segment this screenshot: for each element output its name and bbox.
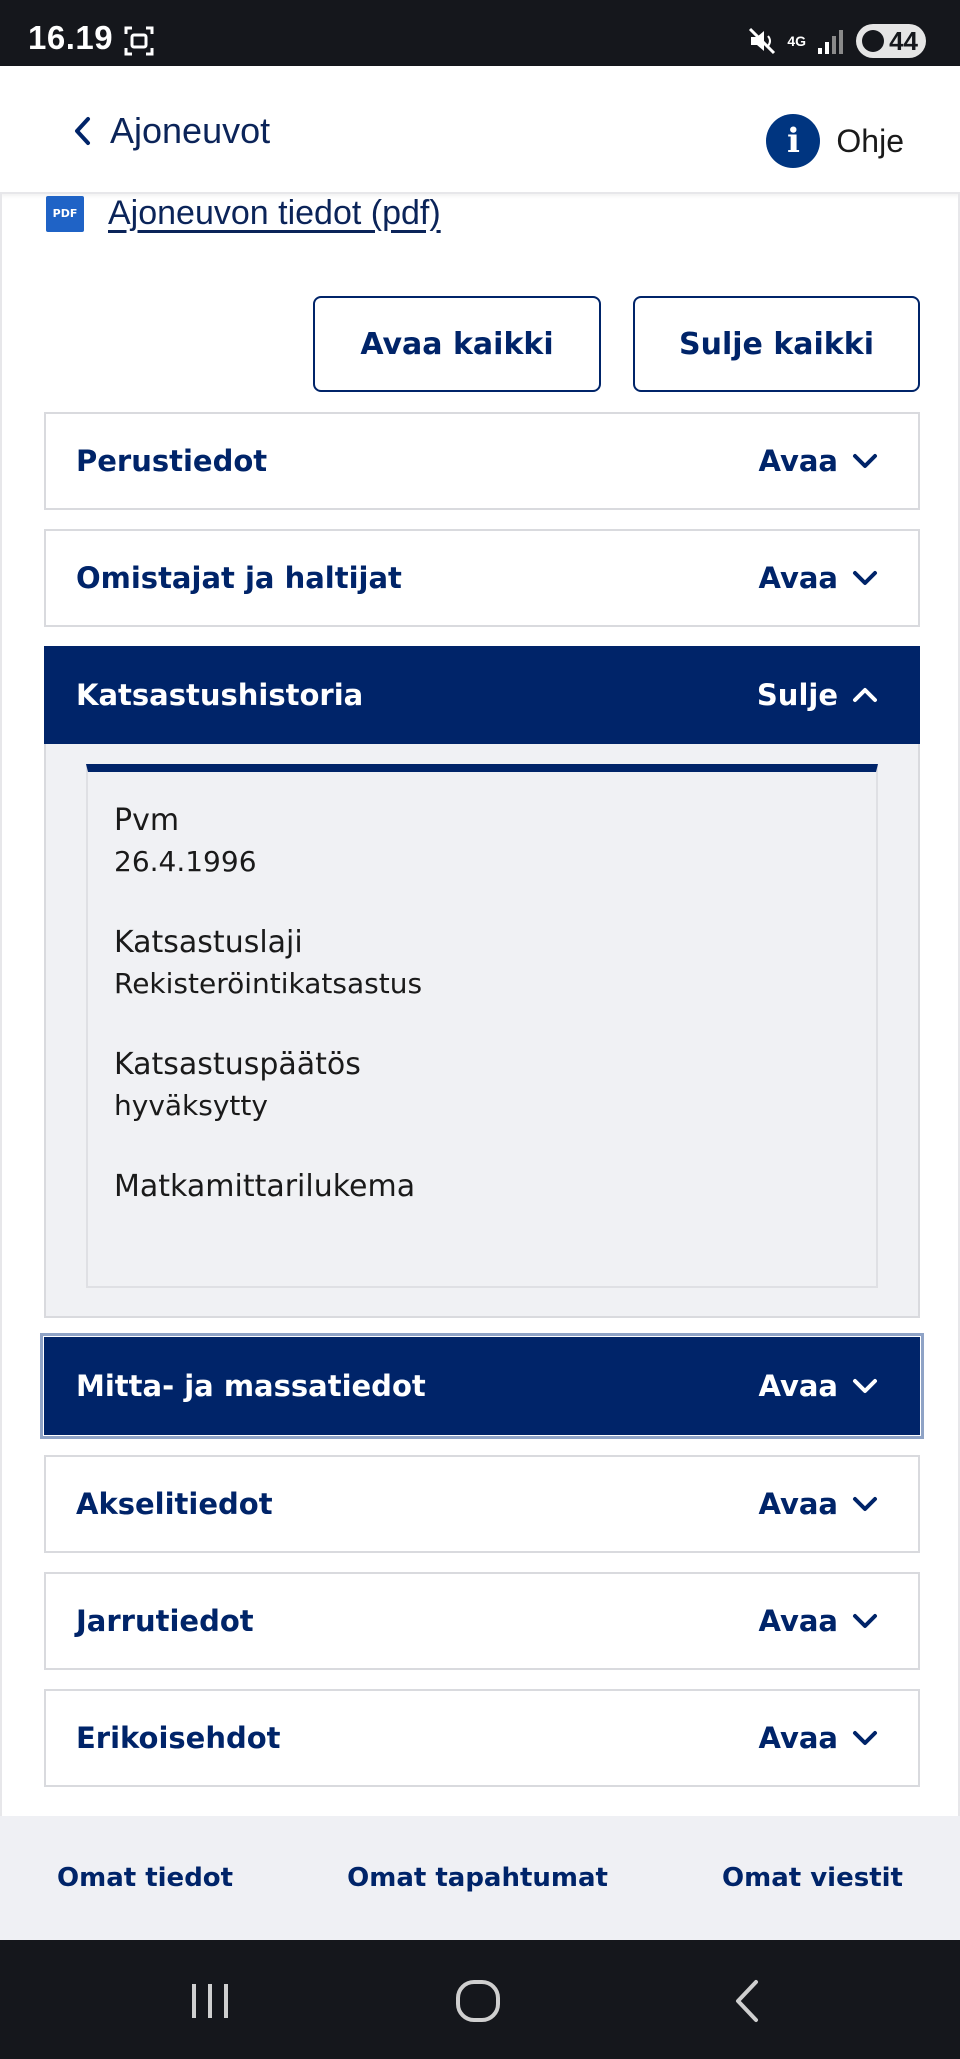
info-icon: i [766, 114, 821, 168]
accordion-perustiedot[interactable]: Perustiedot Avaa [44, 412, 920, 510]
recent-apps-icon[interactable] [180, 1976, 240, 2026]
accordion-toggle: Sulje [757, 678, 878, 712]
bottom-nav-my-events[interactable]: Omat tapahtumat [347, 1863, 608, 1893]
signal-icon [818, 30, 843, 54]
accordion-toggle: Avaa [759, 1487, 878, 1521]
chevron-down-icon [853, 571, 877, 585]
chevron-left-icon [75, 117, 90, 145]
accordion-toggle-label: Avaa [758, 561, 838, 595]
battery-indicator: 44 [856, 24, 926, 58]
accordion-dimensions-mass[interactable]: Mitta- ja massatiedot Avaa [40, 1333, 924, 1439]
record-field-type: Katsastuslaji Rekisteröintikatsastus [114, 922, 850, 1004]
accordion-toggle-label: Avaa [758, 1369, 838, 1403]
chevron-down-icon [853, 1497, 877, 1511]
chevron-down-icon [853, 1379, 877, 1393]
vehicle-info-pdf-link[interactable]: PDF Ajoneuvon tiedot (pdf) [46, 194, 441, 233]
accordion-toggle: Avaa [759, 1604, 878, 1638]
record-field-date: Pvm 26.4.1996 [114, 800, 850, 882]
status-icons: 4G 44 [747, 22, 926, 60]
field-label: Katsastuslaji [114, 925, 303, 960]
app-header: Ajoneuvot i Ohje [0, 66, 960, 194]
help-label: Ohje [836, 122, 904, 159]
chevron-down-icon [853, 454, 877, 468]
field-label: Katsastuspäätös [114, 1047, 361, 1082]
bottom-nav-my-info[interactable]: Omat tiedot [57, 1863, 233, 1893]
accordion-special-conditions[interactable]: Erikoisehdot Avaa [44, 1689, 920, 1787]
record-field-odometer: Matkamittarilukema [114, 1166, 850, 1208]
bottom-nav: Omat tiedot Omat tapahtumat Omat viestit [0, 1816, 960, 1940]
accordion-title: Perustiedot [76, 444, 268, 478]
accordion-toggle-label: Sulje [756, 678, 838, 712]
pdf-icon: PDF [46, 195, 84, 232]
inspection-history-panel: Pvm 26.4.1996 Katsastuslaji Rekisteröint… [44, 744, 920, 1318]
accordion-toggle-label: Avaa [758, 1604, 838, 1638]
bottom-nav-my-messages[interactable]: Omat viestit [722, 1863, 903, 1893]
accordion-title: Erikoisehdot [76, 1721, 281, 1755]
accordion-title: Omistajat ja haltijat [76, 561, 402, 595]
mute-icon [749, 27, 776, 55]
inspection-record: Pvm 26.4.1996 Katsastuslaji Rekisteröint… [86, 764, 878, 1288]
accordion-brakes[interactable]: Jarrutiedot Avaa [44, 1572, 920, 1670]
accordion-toggle-label: Avaa [758, 1721, 838, 1755]
accordion-toggle-label: Avaa [758, 444, 838, 478]
close-all-button[interactable]: Sulje kaikki [633, 296, 920, 392]
accordion-toggle: Avaa [759, 1369, 878, 1403]
battery-level: 44 [889, 25, 918, 56]
accordion-title: Katsastushistoria [76, 678, 364, 712]
back-icon[interactable] [718, 1976, 778, 2026]
record-field-decision: Katsastuspäätös hyväksytty [114, 1044, 850, 1126]
accordion-axles[interactable]: Akselitiedot Avaa [44, 1455, 920, 1553]
open-all-button[interactable]: Avaa kaikki [313, 296, 601, 392]
field-value: hyväksytty [114, 1089, 268, 1122]
accordion-title: Akselitiedot [76, 1487, 273, 1521]
status-time: 16.19 [28, 19, 114, 56]
back-link-label: Ajoneuvot [110, 110, 271, 151]
system-nav-bar [0, 1940, 960, 2059]
accordion-toggle-label: Avaa [758, 1487, 838, 1521]
chevron-down-icon [853, 1731, 877, 1745]
accordion-toggle: Avaa [759, 444, 878, 478]
help-button[interactable]: i Ohje [766, 114, 904, 168]
accordion-owners[interactable]: Omistajat ja haltijat Avaa [44, 529, 920, 627]
home-icon[interactable] [448, 1976, 508, 2026]
network-type: 4G [787, 32, 806, 49]
screen-recorder-icon [124, 26, 154, 56]
accordion-inspection-history[interactable]: Katsastushistoria Sulje [44, 646, 920, 744]
field-value: 26.4.1996 [114, 845, 257, 878]
accordion-toggle: Avaa [759, 1721, 878, 1755]
accordion-toggle: Avaa [759, 561, 878, 595]
accordion-title: Jarrutiedot [76, 1604, 254, 1638]
back-link[interactable]: Ajoneuvot [72, 110, 270, 152]
status-bar: 16.19 4G 44 [0, 0, 960, 66]
accordion-title: Mitta- ja massatiedot [76, 1369, 426, 1403]
pdf-link-label: Ajoneuvon tiedot (pdf) [108, 194, 441, 232]
field-label: Pvm [114, 803, 180, 838]
field-label: Matkamittarilukema [114, 1169, 416, 1204]
field-value: Rekisteröintikatsastus [114, 967, 423, 1000]
main-content: PDF Ajoneuvon tiedot (pdf) Avaa kaikki S… [0, 194, 960, 1816]
power-saving-icon [862, 30, 884, 52]
chevron-up-icon [853, 688, 877, 702]
chevron-down-icon [853, 1614, 877, 1628]
